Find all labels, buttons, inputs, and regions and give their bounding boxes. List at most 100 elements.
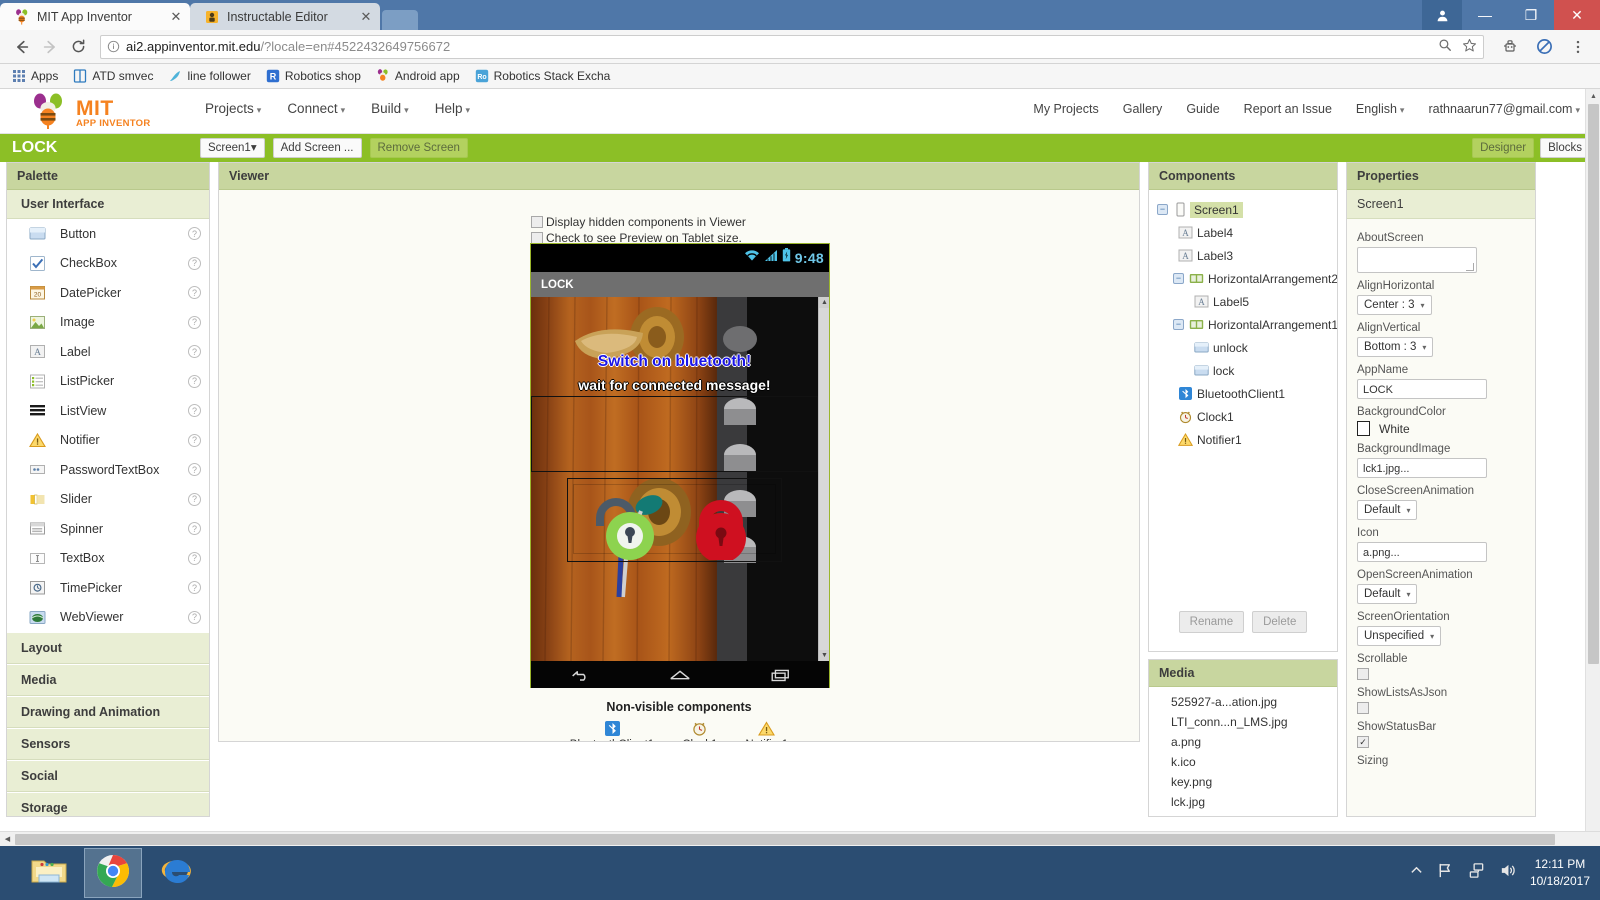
phone-scrollbar[interactable]: ▲ ▼ xyxy=(818,297,829,661)
tree-node-notifier1[interactable]: Notifier1 xyxy=(1149,428,1337,451)
scroll-down-arrow-icon[interactable]: ▼ xyxy=(819,650,829,661)
palette-category-media[interactable]: Media xyxy=(7,664,209,696)
palette-item-image[interactable]: Image ? xyxy=(7,308,209,338)
back-icon[interactable] xyxy=(8,33,36,61)
palette-item-passwordtextbox[interactable]: PasswordTextBox ? xyxy=(7,455,209,485)
help-icon[interactable]: ? xyxy=(188,404,201,418)
nonvisible-clock1[interactable]: Clock1 xyxy=(682,720,717,741)
nonvisible-bluetoothclient1[interactable]: BluetoothClient1 xyxy=(570,720,654,741)
taskbar-file-explorer[interactable] xyxy=(20,848,78,898)
back-icon[interactable] xyxy=(569,667,591,683)
tree-node-screen1[interactable]: − Screen1 xyxy=(1149,198,1337,221)
media-file-item[interactable]: 525927-a...ation.jpg xyxy=(1171,695,1337,715)
close-icon[interactable]: ✕ xyxy=(358,9,374,25)
menu-connect[interactable]: Connect ▾ xyxy=(287,101,345,116)
tree-node-bluetoothclient1[interactable]: BluetoothClient1 xyxy=(1149,382,1337,405)
new-tab-button[interactable] xyxy=(382,10,418,30)
label-switch-on-bluetooth[interactable]: Switch on bluetooth! xyxy=(531,353,818,371)
maximize-button[interactable]: ❐ xyxy=(1508,0,1554,30)
palette-item-timepicker[interactable]: TimePicker ? xyxy=(7,573,209,603)
scroll-left-arrow-icon[interactable]: ◀ xyxy=(0,832,15,847)
browser-tab-app-inventor[interactable]: MIT App Inventor ✕ xyxy=(0,3,190,30)
media-file-item[interactable]: a.png xyxy=(1171,735,1337,755)
palette-category-sensors[interactable]: Sensors xyxy=(7,728,209,760)
palette-category-storage[interactable]: Storage xyxy=(7,792,209,816)
appname-input[interactable]: LOCK xyxy=(1357,379,1487,399)
minimize-button[interactable]: — xyxy=(1462,0,1508,30)
help-icon[interactable]: ? xyxy=(188,227,201,241)
help-icon[interactable]: ? xyxy=(188,286,201,300)
showstatusbar-checkbox[interactable]: ✓ xyxy=(1357,736,1369,748)
scrollbar-thumb[interactable] xyxy=(1588,104,1599,664)
remove-screen-button[interactable]: Remove Screen xyxy=(369,137,468,159)
scroll-up-arrow-icon[interactable]: ▲ xyxy=(819,297,829,308)
scroll-up-arrow-icon[interactable]: ▲ xyxy=(1586,89,1600,104)
help-icon[interactable]: ? xyxy=(188,433,201,447)
help-icon[interactable]: ? xyxy=(188,463,201,477)
palette-item-listview[interactable]: ListView ? xyxy=(7,396,209,426)
backgroundimage-input[interactable]: lck1.jpg... xyxy=(1357,458,1487,478)
palette-item-checkbox[interactable]: CheckBox ? xyxy=(7,249,209,279)
user-avatar-icon[interactable] xyxy=(1422,0,1462,30)
tree-node-horizontalarrangement1[interactable]: − HorizontalArrangement1 xyxy=(1149,313,1337,336)
tree-node-lock[interactable]: lock xyxy=(1149,359,1337,382)
scrollbar-thumb[interactable] xyxy=(15,833,1555,845)
label-wait-for-connected-message[interactable]: wait for connected message! xyxy=(531,377,818,393)
delete-button[interactable]: Delete xyxy=(1252,611,1308,633)
showlistsasjson-checkbox[interactable] xyxy=(1357,702,1369,714)
link-my-projects[interactable]: My Projects xyxy=(1033,102,1098,116)
palette-item-listpicker[interactable]: ListPicker ? xyxy=(7,367,209,397)
aboutscreen-textarea[interactable] xyxy=(1357,247,1477,273)
openscreenanimation-select[interactable]: Default ▾ xyxy=(1357,584,1418,604)
media-file-item[interactable]: key.png xyxy=(1171,775,1337,795)
media-file-item[interactable]: k.ico xyxy=(1171,755,1337,775)
palette-item-button[interactable]: Button ? xyxy=(7,219,209,249)
bookmark-robotics-stack-exchange[interactable]: Ro Robotics Stack Excha xyxy=(469,67,617,85)
palette-category-layout[interactable]: Layout xyxy=(7,632,209,664)
tree-node-label5[interactable]: A Label5 xyxy=(1149,290,1337,313)
block-icon[interactable] xyxy=(1530,33,1558,61)
page-info-icon[interactable] xyxy=(107,40,120,53)
help-icon[interactable]: ? xyxy=(188,492,201,506)
network-icon[interactable] xyxy=(1468,862,1485,884)
menu-help[interactable]: Help ▾ xyxy=(435,101,470,116)
horizontal-arrangement-2[interactable] xyxy=(531,396,818,472)
help-icon[interactable]: ? xyxy=(188,345,201,359)
close-window-button[interactable]: ✕ xyxy=(1554,0,1600,30)
help-icon[interactable]: ? xyxy=(188,374,201,388)
rename-button[interactable]: Rename xyxy=(1178,611,1245,633)
tree-node-label4[interactable]: A Label4 xyxy=(1149,221,1337,244)
help-icon[interactable]: ? xyxy=(188,610,201,624)
robot-extension-icon[interactable] xyxy=(1496,33,1524,61)
address-bar[interactable]: ai2.appinventor.mit.edu /?locale=en#4522… xyxy=(100,34,1484,59)
nonvisible-notifier1[interactable]: Notifier1 xyxy=(745,720,788,741)
collapse-toggle-icon[interactable]: − xyxy=(1173,319,1184,330)
scrollbar-track[interactable] xyxy=(15,831,1600,846)
backgroundcolor-picker[interactable]: White xyxy=(1357,421,1525,436)
palette-category-drawing-and-animation[interactable]: Drawing and Animation xyxy=(7,696,209,728)
language-selector[interactable]: English ▾ xyxy=(1356,102,1405,116)
close-icon[interactable]: ✕ xyxy=(168,9,184,25)
home-icon[interactable] xyxy=(668,667,692,683)
icon-input[interactable]: a.png... xyxy=(1357,542,1487,562)
closescreenanimation-select[interactable]: Default ▾ xyxy=(1357,500,1418,520)
palette-category-user-interface[interactable]: User Interface xyxy=(7,190,209,219)
help-icon[interactable]: ? xyxy=(188,551,201,565)
bookmark-line-follower[interactable]: line follower xyxy=(162,67,256,85)
taskbar-chrome[interactable] xyxy=(84,848,142,898)
flag-icon[interactable] xyxy=(1437,862,1454,884)
palette-item-datepicker[interactable]: 20 DatePicker ? xyxy=(7,278,209,308)
palette-item-webviewer[interactable]: WebViewer ? xyxy=(7,603,209,633)
tree-node-clock1[interactable]: Clock1 xyxy=(1149,405,1337,428)
screenorientation-select[interactable]: Unspecified ▾ xyxy=(1357,626,1442,646)
phone-screen[interactable]: Switch on bluetooth! wait for connected … xyxy=(531,297,829,661)
help-icon[interactable]: ? xyxy=(188,256,201,270)
bookmark-apps[interactable]: Apps xyxy=(6,67,64,85)
collapse-toggle-icon[interactable]: − xyxy=(1157,204,1168,215)
tree-node-unlock[interactable]: unlock xyxy=(1149,336,1337,359)
help-icon[interactable]: ? xyxy=(188,522,201,536)
add-screen-button[interactable]: Add Screen ... xyxy=(272,137,362,159)
help-icon[interactable]: ? xyxy=(188,315,201,329)
screen-selector[interactable]: Screen1▾ xyxy=(200,137,265,159)
alignhorizontal-select[interactable]: Center : 3 ▾ xyxy=(1357,295,1432,315)
